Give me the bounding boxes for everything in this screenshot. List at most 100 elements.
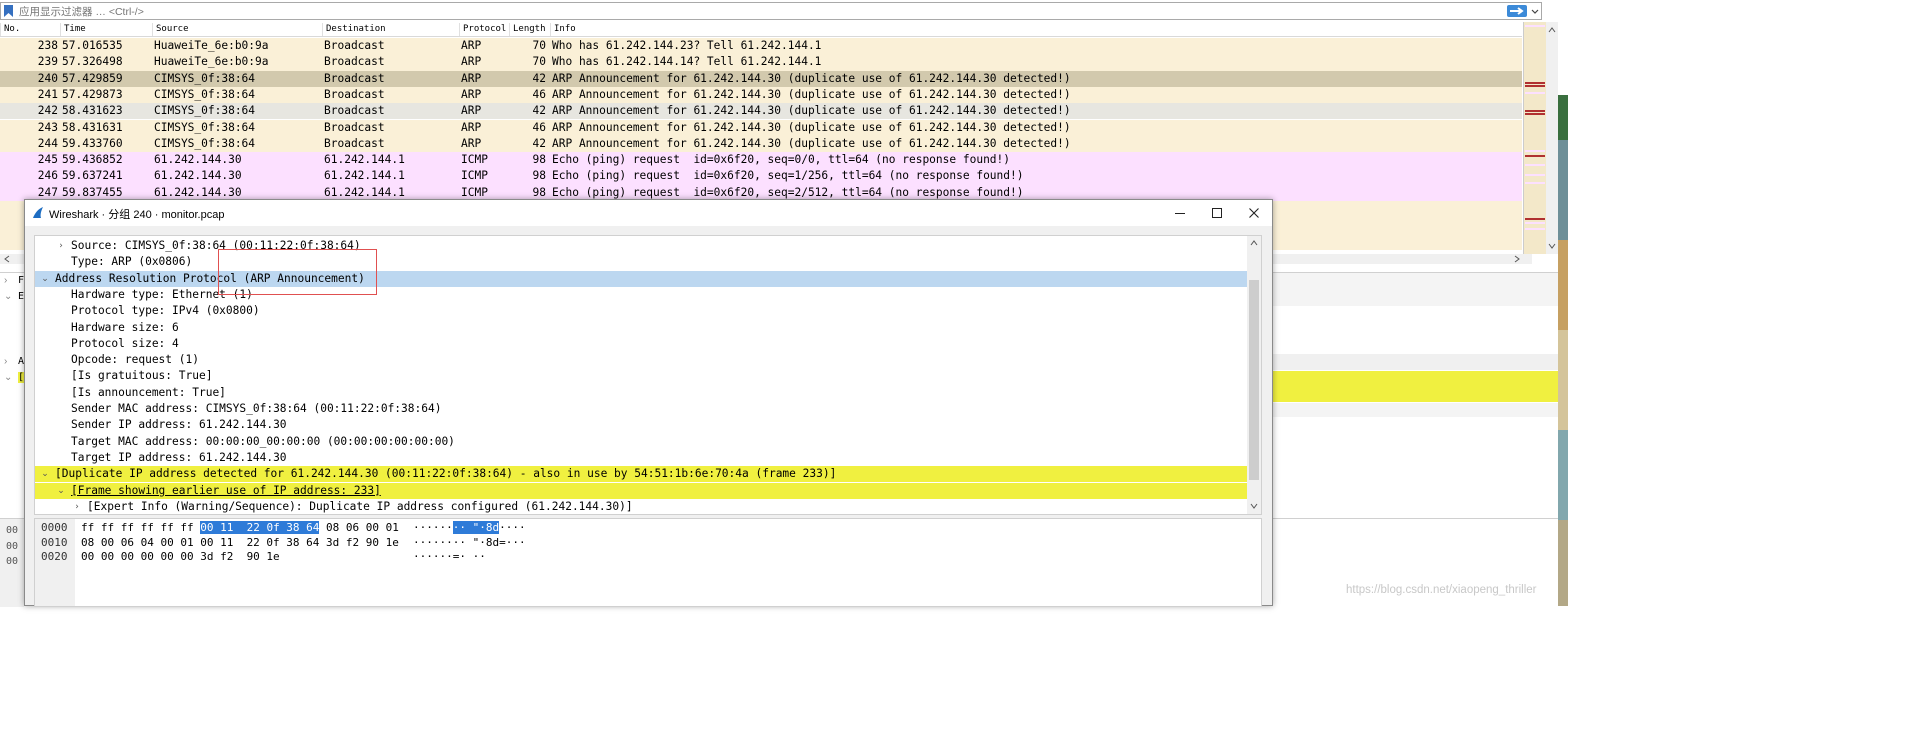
bytes-ascii: ······=· ··	[413, 549, 486, 564]
packet-row[interactable]: 243 58.431631 CIMSYS_0f:38:64 Broadcast ARP 4…	[0, 119, 1522, 136]
chevron-down-icon[interactable]	[1529, 5, 1541, 17]
packet-cell-info: ARP Announcement for 61.242.144.30 (dupl…	[552, 87, 1071, 101]
column-header[interactable]: Info	[550, 23, 576, 36]
tree-item[interactable]: Target MAC address: 00:00:00_00:00:00 (0…	[35, 434, 1247, 450]
main-detail-row-bg	[1272, 354, 1560, 370]
bytes-row[interactable]: 0020 00 00 00 00 00 00 3d f2 90 1e ······=…	[35, 549, 1245, 564]
minimap-mark	[1525, 110, 1545, 112]
main-detail-row-bg	[1272, 403, 1560, 417]
packet-cell-no: 239	[37, 55, 58, 69]
tree-item[interactable]: Sender MAC address: CIMSYS_0f:38:64 (00:…	[35, 401, 1247, 417]
scroll-down-icon[interactable]	[1247, 501, 1261, 511]
column-header[interactable]: Protocol	[459, 23, 506, 36]
packet-minimap[interactable]	[1523, 22, 1546, 254]
column-header[interactable]: Length	[509, 23, 546, 36]
bytes-row[interactable]: 0010 08 00 06 04 00 01 00 11 22 0f 38 64 …	[35, 535, 1245, 550]
packet-row[interactable]: 241 57.429873 CIMSYS_0f:38:64 Broadcast ARP 4…	[0, 86, 1522, 104]
main-detail-row-bg	[1272, 273, 1560, 306]
close-button[interactable]	[1235, 200, 1272, 226]
packet-cell-info: ARP Announcement for 61.242.144.30 (dupl…	[552, 120, 1071, 134]
tree-item[interactable]: [Is gratuitous: True]	[35, 368, 1247, 384]
bytes-row[interactable]: 0000 ff ff ff ff ff ff 00 11 22 0f 38 64 …	[35, 520, 1245, 535]
tree-item[interactable]: [Is announcement: True]	[35, 385, 1247, 401]
tree-item[interactable]: › Source: CIMSYS_0f:38:64 (00:11:22:0f:38…	[35, 238, 1247, 254]
bytes-hex-text: 00 00 00 00 00 00 3d f2 90 1e	[81, 550, 280, 563]
tree-item[interactable]: Opcode: request (1)	[35, 352, 1247, 368]
bytes-ascii-highlight: ·· "·8d	[452, 521, 500, 534]
packet-cell-no: 242	[37, 104, 58, 118]
expand-arrow-icon[interactable]: ›	[55, 238, 67, 254]
tree-item[interactable]: ⌄ [Frame showing earlier use of IP addres…	[35, 482, 1247, 499]
packet-list-scrollbar[interactable]	[1546, 22, 1558, 254]
scroll-left-icon[interactable]	[2, 254, 12, 264]
tree-item[interactable]: ⌄ Address Resolution Protocol (ARP Announ…	[35, 270, 1247, 287]
packet-row[interactable]: 244 59.433760 CIMSYS_0f:38:64 Broadcast ARP 4…	[0, 135, 1522, 153]
packet-cell-dst: Broadcast	[324, 120, 385, 134]
tree-item[interactable]: Target IP address: 61.242.144.30	[35, 450, 1247, 466]
packet-cell-src: 61.242.144.30	[154, 153, 242, 167]
packet-cell-proto: ARP	[461, 55, 482, 69]
tree-item-label: [Duplicate IP address detected for 61.24…	[55, 467, 837, 481]
bytes-hex: ff ff ff ff ff ff 00 11 22 0f 38 64 08 0…	[81, 520, 399, 535]
apply-filter-button[interactable]	[1507, 5, 1527, 17]
maximize-button[interactable]	[1198, 200, 1235, 226]
packet-cell-dst: Broadcast	[324, 104, 385, 118]
expand-arrow-icon[interactable]: ›	[4, 275, 7, 286]
minimap-mark	[1525, 150, 1545, 152]
main-detail-warning-row	[1272, 371, 1560, 402]
column-header[interactable]: Time	[60, 23, 86, 36]
collapse-arrow-icon[interactable]: ⌄	[39, 466, 51, 482]
packet-cell-dst: 61.242.144.1	[324, 169, 405, 183]
tree-item[interactable]: › [Expert Info (Warning/Sequence): Duplic…	[35, 499, 1247, 514]
minimap-mark	[1525, 164, 1545, 166]
bytes-ascii: ········ "·8d····	[413, 520, 526, 535]
scroll-up-icon[interactable]	[1247, 238, 1261, 248]
packet-cell-info: ARP Announcement for 61.242.144.30 (dupl…	[552, 136, 1071, 150]
column-header[interactable]: No.	[0, 23, 20, 36]
tree-item[interactable]: Hardware size: 6	[35, 320, 1247, 336]
collapse-arrow-icon[interactable]: ⌄	[55, 483, 67, 499]
tree-item[interactable]: ⌄ [Duplicate IP address detected for 61.2…	[35, 466, 1247, 483]
maximize-icon	[1211, 208, 1222, 218]
display-filter-input[interactable]	[19, 4, 1489, 19]
collapse-arrow-icon[interactable]: ⌄	[39, 271, 51, 287]
tree-item-label: Target MAC address: 00:00:00_00:00:00 (0…	[71, 434, 455, 448]
scroll-down-icon[interactable]	[1546, 240, 1558, 252]
tree-item[interactable]: Protocol type: IPv4 (0x0800)	[35, 303, 1247, 319]
packet-cell-src: CIMSYS_0f:38:64	[154, 104, 256, 118]
collapse-arrow-icon[interactable]: ⌄	[4, 291, 12, 302]
minimize-icon	[1174, 213, 1185, 214]
tree-item[interactable]: Type: ARP (0x0806)	[35, 254, 1247, 270]
packet-cell-len: 70	[532, 55, 546, 69]
packet-row[interactable]: 240 57.429859 CIMSYS_0f:38:64 Broadcast ARP 4…	[0, 70, 1522, 87]
expand-arrow-icon[interactable]: ›	[4, 356, 7, 367]
packet-row[interactable]: 245 59.436852 61.242.144.30 61.242.144.1 ICM…	[0, 152, 1522, 169]
packet-cell-proto: ARP	[461, 39, 482, 52]
bytes-offset: 0010	[41, 535, 68, 549]
bookmark-icon[interactable]	[4, 5, 13, 17]
packet-row[interactable]: 246 59.637241 61.242.144.30 61.242.144.1 ICM…	[0, 168, 1522, 185]
minimap-mark	[1525, 92, 1545, 94]
packet-cell-dst: Broadcast	[324, 87, 385, 101]
column-header[interactable]: Source	[152, 23, 189, 36]
scroll-right-icon[interactable]	[1512, 254, 1522, 264]
dialog-titlebar[interactable]: Wireshark · 分组 240 · monitor.pcap	[25, 200, 1272, 226]
tree-scrollbar[interactable]	[1247, 236, 1261, 514]
packet-cell-len: 98	[532, 153, 546, 167]
tree-item[interactable]: Protocol size: 4	[35, 336, 1247, 352]
packet-row[interactable]: 238 57.016535 HuaweiTe_6e:b0:9a Broadcast AR…	[0, 38, 1522, 55]
minimize-button[interactable]	[1161, 200, 1198, 226]
tree-item[interactable]: Sender IP address: 61.242.144.30	[35, 417, 1247, 433]
packet-row[interactable]: 239 57.326498 HuaweiTe_6e:b0:9a Broadcast AR…	[0, 54, 1522, 71]
column-header[interactable]: Destination	[322, 23, 386, 36]
close-icon	[1248, 208, 1259, 218]
tree-item[interactable]: Hardware type: Ethernet (1)	[35, 287, 1247, 303]
expand-arrow-icon[interactable]: ›	[71, 499, 83, 514]
tree-item-label: [Is announcement: True]	[71, 385, 226, 399]
collapse-arrow-icon[interactable]: ⌄	[4, 372, 12, 383]
packet-row[interactable]: 242 58.431623 CIMSYS_0f:38:64 Broadcast ARP 4…	[0, 103, 1522, 120]
tree-scroll-thumb[interactable]	[1249, 280, 1259, 480]
packet-cell-src: 61.242.144.30	[154, 169, 242, 183]
packet-cell-len: 46	[532, 120, 546, 134]
scroll-up-icon[interactable]	[1546, 24, 1558, 36]
